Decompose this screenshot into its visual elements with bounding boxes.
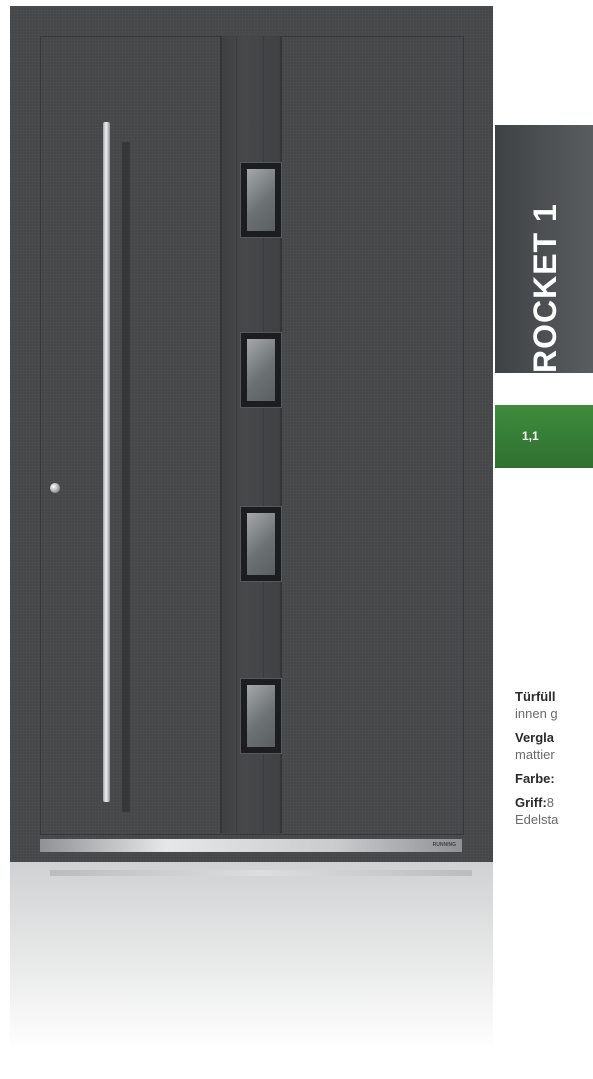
green-badge-bar: 1,1 — [495, 405, 593, 468]
lock-cylinder — [50, 483, 60, 493]
spec-key: Vergla — [515, 730, 555, 745]
spec-item-handle: Griff:8 Edelsta — [515, 794, 593, 828]
reflection-sill — [50, 870, 472, 876]
spec-item-glazing: Vergla mattier — [515, 729, 593, 763]
glass-pane-4 — [240, 678, 282, 754]
spec-key: Farbe: — [515, 771, 555, 786]
door-threshold: RUNNING — [40, 839, 462, 852]
glass-pane-2 — [240, 332, 282, 408]
glass-pane-3 — [240, 506, 282, 582]
door-handle — [103, 122, 110, 802]
spec-value: Edelsta — [515, 812, 559, 827]
brand-mark: RUNNING — [432, 842, 456, 848]
spec-value: 8 — [546, 795, 555, 810]
glass-pane-1 — [240, 162, 282, 238]
handle-shadow — [122, 142, 130, 812]
door-image: RUNNING — [10, 6, 493, 862]
badge-text: 1,1 — [522, 429, 539, 443]
product-title: ROCKET 1 — [527, 203, 563, 373]
spec-value: innen g — [515, 706, 558, 721]
title-panel: ROCKET 1 — [495, 125, 593, 373]
spec-value: mattier — [515, 747, 555, 762]
spec-item-fill: Türfüll innen g — [515, 688, 593, 722]
glass-strip — [220, 36, 282, 833]
spec-key: Türfüll — [515, 689, 556, 704]
spec-key: Griff: — [515, 795, 547, 810]
spec-item-color: Farbe: — [515, 770, 593, 787]
spec-list: Türfüll innen g Vergla mattier Farbe: Gr… — [515, 688, 593, 835]
door-reflection — [10, 862, 493, 1072]
